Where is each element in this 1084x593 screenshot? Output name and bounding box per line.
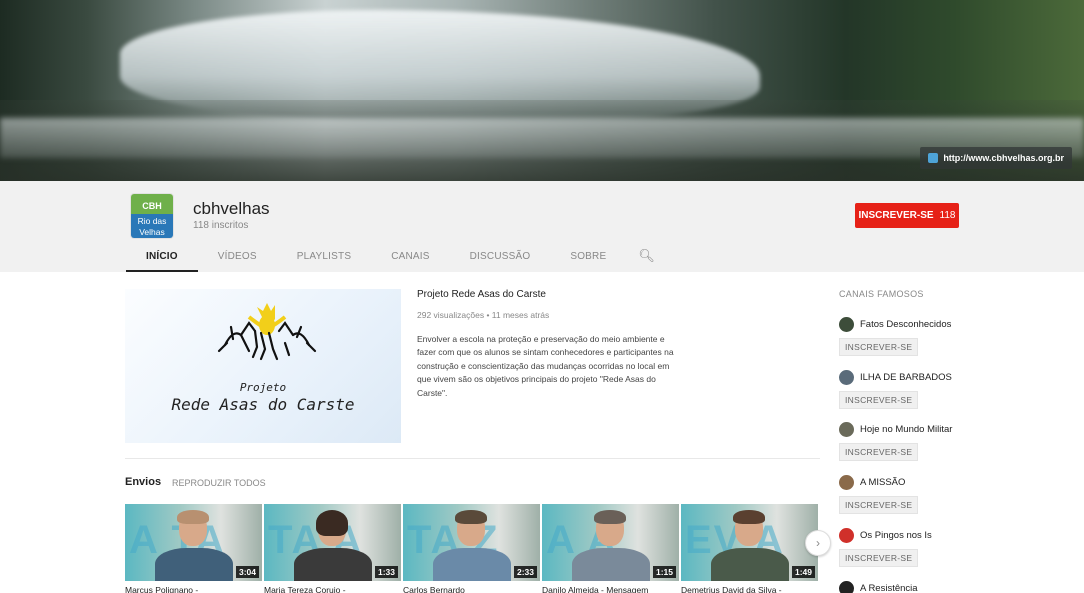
subscribe-button[interactable]: INSCREVER-SE 118 bbox=[855, 203, 959, 228]
subscriber-count: 118 inscritos bbox=[193, 220, 249, 231]
video-title[interactable]: Danilo Almeida - Mensagem bbox=[542, 585, 679, 593]
featured-channel: A Resistência bbox=[839, 580, 1039, 593]
channel-tabs: INÍCIO VÍDEOS PLAYLISTS CANAIS DISCUSSÃO… bbox=[126, 244, 667, 272]
subscribe-button[interactable]: INSCREVER-SE bbox=[839, 391, 919, 409]
video-thumbnail-2[interactable]: TA A 1:33 bbox=[264, 504, 401, 581]
tab-videos[interactable]: VÍDEOS bbox=[198, 244, 277, 272]
subscribe-button[interactable]: INSCREVER-SE bbox=[839, 549, 919, 567]
tab-inicio[interactable]: INÍCIO bbox=[126, 244, 198, 272]
channel-avatar-icon[interactable] bbox=[839, 580, 854, 593]
tab-playlists[interactable]: PLAYLISTS bbox=[277, 244, 371, 272]
channel-avatar[interactable]: CBH Rio das Velhas bbox=[130, 193, 174, 239]
link-icon bbox=[928, 153, 939, 163]
channel-avatar-icon[interactable] bbox=[839, 527, 854, 543]
featured-video-meta: 292 visualizações • 11 meses atrás bbox=[417, 310, 550, 320]
subscribe-button-label: INSCREVER-SE bbox=[858, 210, 934, 221]
video-duration: 1:33 bbox=[374, 566, 398, 578]
featured-channel: Hoje no Mundo Militar INSCREVER-SE bbox=[839, 421, 1039, 461]
video-duration: 3:04 bbox=[235, 566, 259, 578]
channel-name[interactable]: Os Pingos nos Is bbox=[860, 530, 932, 541]
featured-thumb-line1: Projeto bbox=[239, 381, 287, 394]
avatar-text-top: CBH bbox=[131, 194, 173, 214]
video-thumbnail-1[interactable]: A TA 3:04 bbox=[125, 504, 262, 581]
banner-website-link[interactable]: http://www.cbhvelhas.org.br bbox=[920, 147, 1072, 169]
youtube-channel-page: http://www.cbhvelhas.org.br CBH Rio das … bbox=[0, 0, 1084, 593]
video-duration: 2:33 bbox=[513, 566, 537, 578]
video-title[interactable]: Marcus Polignano - bbox=[125, 585, 262, 593]
channel-name[interactable]: Hoje no Mundo Militar bbox=[860, 424, 952, 435]
avatar-text-bottom: Rio das Velhas bbox=[131, 214, 173, 238]
video-title[interactable]: Demetrius David da Silva - bbox=[681, 585, 818, 593]
video-title[interactable]: Maria Tereza Corujo - bbox=[264, 585, 401, 593]
subscribe-button-count: 118 bbox=[939, 210, 956, 221]
channel-name[interactable]: cbhvelhas bbox=[193, 199, 270, 219]
subscribe-button[interactable]: INSCREVER-SE bbox=[839, 496, 919, 514]
video-title[interactable]: Carlos Bernardo bbox=[403, 585, 540, 593]
video-thumbnail-3[interactable]: TA Z 2:33 bbox=[403, 504, 540, 581]
subscribe-button[interactable]: INSCREVER-SE bbox=[839, 338, 919, 356]
channel-avatar-icon[interactable] bbox=[839, 421, 854, 437]
uploads-title[interactable]: Envios bbox=[125, 476, 161, 488]
subscribe-button[interactable]: INSCREVER-SE bbox=[839, 443, 919, 461]
video-duration: 1:15 bbox=[652, 566, 676, 578]
video-thumbnail-5[interactable]: EV A 1:49 bbox=[681, 504, 818, 581]
search-icon[interactable]: 🔍︎ bbox=[626, 244, 667, 272]
channel-name[interactable]: A MISSÃO bbox=[860, 477, 905, 488]
tab-discussao[interactable]: DISCUSSÃO bbox=[450, 244, 551, 272]
featured-channel: ILHA DE BARBADOS INSCREVER-SE bbox=[839, 369, 1039, 409]
featured-channel: Fatos Desconhecidos INSCREVER-SE bbox=[839, 316, 1039, 356]
banner-link-text: http://www.cbhvelhas.org.br bbox=[943, 153, 1064, 163]
tab-canais[interactable]: CANAIS bbox=[371, 244, 449, 272]
channel-banner: http://www.cbhvelhas.org.br bbox=[0, 0, 1084, 181]
tab-sobre[interactable]: SOBRE bbox=[550, 244, 626, 272]
chevron-right-icon[interactable]: › bbox=[805, 530, 831, 556]
channel-avatar-icon[interactable] bbox=[839, 474, 854, 490]
featured-video-thumbnail[interactable]: Projeto Rede Asas do Carste bbox=[125, 289, 401, 443]
featured-channel: Os Pingos nos Is INSCREVER-SE bbox=[839, 527, 1039, 567]
video-thumbnail-4[interactable]: A A 1:15 bbox=[542, 504, 679, 581]
channel-avatar-icon[interactable] bbox=[839, 316, 854, 332]
rede-asas-logo-icon bbox=[217, 303, 317, 361]
featured-video-title[interactable]: Projeto Rede Asas do Carste bbox=[417, 289, 546, 300]
featured-channel: A MISSÃO INSCREVER-SE bbox=[839, 474, 1039, 514]
featured-channels-title: CANAIS FAMOSOS bbox=[839, 289, 924, 299]
channel-avatar-icon[interactable] bbox=[839, 369, 854, 385]
featured-thumb-line2: Rede Asas do Carste bbox=[171, 395, 355, 414]
video-duration: 1:49 bbox=[791, 566, 815, 578]
channel-name[interactable]: A Resistência bbox=[860, 583, 918, 593]
play-all-link[interactable]: REPRODUZIR TODOS bbox=[172, 478, 266, 488]
channel-name[interactable]: ILHA DE BARBADOS bbox=[860, 372, 952, 383]
featured-video-description: Envolver a escola na proteção e preserva… bbox=[417, 334, 674, 398]
section-divider bbox=[125, 458, 820, 459]
channel-name[interactable]: Fatos Desconhecidos bbox=[860, 319, 951, 330]
